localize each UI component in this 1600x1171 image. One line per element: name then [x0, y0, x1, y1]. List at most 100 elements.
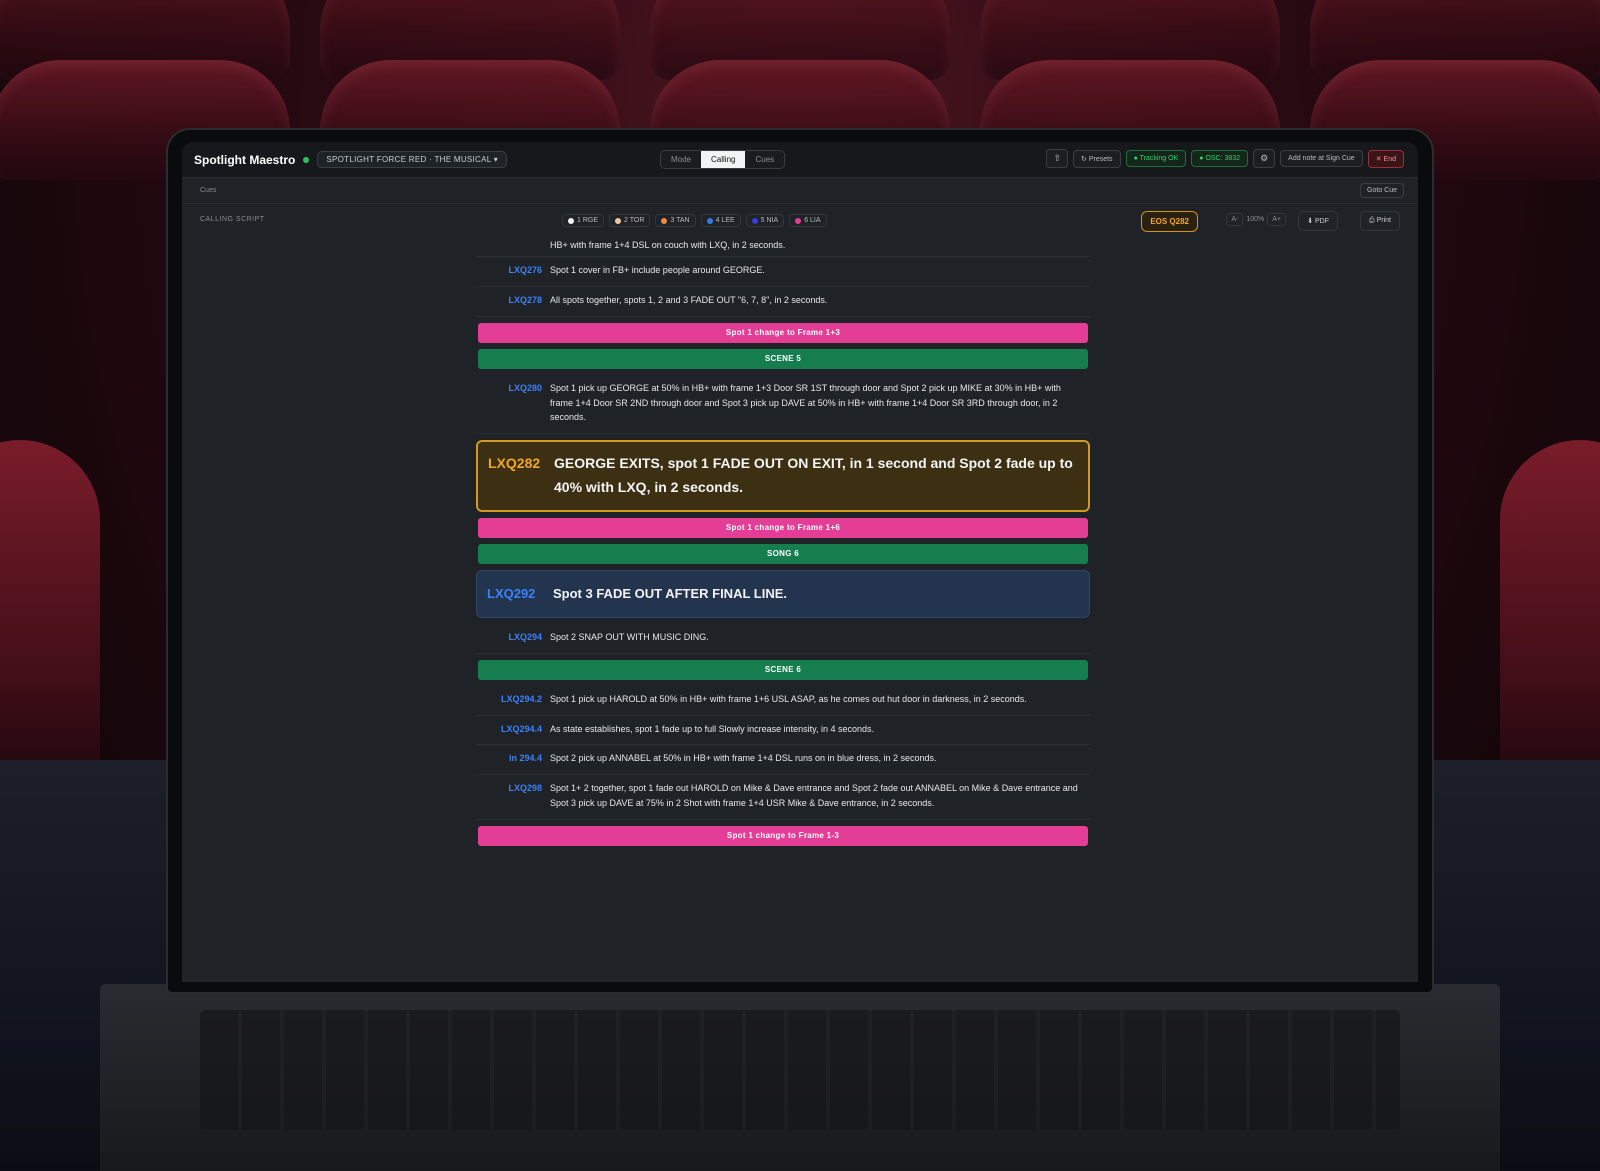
refresh-icon: ↻ — [1081, 155, 1089, 163]
add-note-button[interactable]: Add note at Sign Cue — [1280, 150, 1363, 167]
cue-row[interactable]: LXQ278 All spots together, spots 1, 2 an… — [476, 287, 1090, 317]
cue-id: LXQ298 — [508, 783, 542, 794]
goto-cue-button[interactable]: Goto Cue — [1360, 183, 1404, 198]
cue-text: Spot 1 cover in FB+ include people aroun… — [550, 265, 765, 275]
spot-label: 5 NIA — [760, 217, 779, 224]
pdf-button[interactable]: ⬇ PDF — [1298, 211, 1338, 231]
current-cue[interactable]: LXQ282 GEORGE EXITS, spot 1 FADE OUT ON … — [476, 440, 1090, 512]
zoom-in-button[interactable]: A+ — [1267, 213, 1286, 226]
spot-color-icon — [661, 217, 668, 224]
song-banner: SONG 6 — [478, 543, 1088, 564]
cue-text-partial: HB+ with frame 1+4 DSL on couch with LXQ… — [476, 240, 1090, 257]
zoom-out-button[interactable]: A- — [1226, 213, 1244, 226]
seat-right — [1500, 440, 1600, 800]
cue-id: LXQ292 — [487, 585, 536, 601]
cue-row[interactable]: LXQ276 Spot 1 cover in FB+ include peopl… — [476, 257, 1090, 287]
frame-change-banner: Spot 1 change to Frame 1-3 — [478, 825, 1088, 846]
sub-bar: Cues Goto Cue — [182, 178, 1418, 204]
app-window: Spotlight Maestro SPOTLIGHT FORCE RED · … — [182, 142, 1418, 982]
cue-row[interactable]: LXQ294 Spot 2 SNAP OUT WITH MUSIC DING. — [476, 624, 1090, 654]
end-button[interactable]: ✕ End — [1367, 149, 1404, 168]
printer-icon: ⎙ — [1369, 217, 1377, 224]
spot-label: 1 RGE — [577, 217, 599, 224]
spot-label: 2 TOR — [624, 217, 645, 224]
tab-mode[interactable]: Mode — [661, 151, 702, 168]
cue-row[interactable]: LXQ298 Spot 1+ 2 together, spot 1 fade o… — [476, 775, 1090, 820]
print-button[interactable]: ⎙ Print — [1360, 211, 1400, 231]
cue-row[interactable]: LXQ294.4 As state establishes, spot 1 fa… — [476, 716, 1090, 746]
cue-row[interactable]: LXQ294.2 Spot 1 pick up HAROLD at 50% in… — [476, 686, 1090, 716]
cue-text: Spot 1 pick up HAROLD at 50% in HB+ with… — [550, 693, 1027, 704]
cue-id: in 294.4 — [508, 753, 542, 764]
end-label: End — [1383, 155, 1396, 163]
scene-banner: SCENE 5 — [478, 348, 1088, 369]
close-icon: ✕ — [1375, 155, 1384, 163]
cue-row[interactable]: in 294.4 Spot 2 pick up ANNABEL at 50% i… — [476, 745, 1090, 776]
tab-cues[interactable]: Cues — [745, 151, 785, 168]
presets-label: Presets — [1088, 155, 1113, 163]
frame-change-banner: Spot 1 change to Frame 1+3 — [478, 322, 1088, 343]
next-cue[interactable]: LXQ292 Spot 3 FADE OUT AFTER FINAL LINE. — [476, 569, 1090, 618]
spot-chip-4[interactable]: 4 LEE — [700, 214, 741, 227]
spot-chip-6[interactable]: 6 LIA — [789, 214, 827, 227]
cue-text: Spot 1 pick up GEORGE at 50% in HB+ with… — [550, 382, 1061, 423]
top-right-tools: ⇧ ↻ Presets ● Tracking OK ● OSC: 3832 ⚙ … — [1046, 149, 1404, 168]
cue-row[interactable]: LXQ280 Spot 1 pick up GEORGE at 50% in H… — [476, 375, 1090, 435]
tab-calling[interactable]: Calling — [701, 151, 746, 168]
print-label: Print — [1376, 217, 1391, 224]
spot-chip-5[interactable]: 5 NIA — [745, 214, 785, 227]
cue-text: All spots together, spots 1, 2 and 3 FAD… — [550, 294, 828, 305]
calling-script: HB+ with frame 1+4 DSL on couch with LXQ… — [476, 240, 1090, 852]
zoom-level: 100% — [1246, 216, 1265, 223]
spot-color-icon — [751, 217, 758, 224]
app-title: Spotlight Maestro — [194, 152, 296, 167]
top-bar: Spotlight Maestro SPOTLIGHT FORCE RED · … — [182, 142, 1418, 178]
osc-label: OSC: 3832 — [1205, 155, 1241, 162]
mode-tabs: Mode Calling Cues — [660, 150, 786, 169]
cue-text: Spot 3 FADE OUT AFTER FINAL LINE. — [553, 585, 787, 601]
cue-id: LXQ294.4 — [500, 723, 542, 734]
spot-label: 3 TAN — [670, 217, 690, 224]
current-cue-badge: EOS Q282 — [1141, 211, 1198, 232]
zoom-controls: A- 100% A+ — [1226, 213, 1286, 226]
download-icon: ⬇ — [1307, 218, 1315, 225]
spot-chip-3[interactable]: 3 TAN — [655, 214, 696, 227]
cues-breadcrumb: Cues — [200, 187, 217, 194]
chevron-down-icon: ▾ — [493, 155, 499, 164]
cue-id: LXQ280 — [508, 382, 542, 393]
live-status-dot — [303, 156, 310, 163]
frame-change-banner: Spot 1 change to Frame 1+6 — [478, 517, 1088, 538]
cue-id: LXQ276 — [508, 265, 542, 275]
cue-text: GEORGE EXITS, spot 1 FADE OUT ON EXIT, i… — [554, 455, 1073, 496]
cue-id: LXQ278 — [508, 294, 542, 305]
tracking-label: Tracking OK — [1139, 155, 1179, 162]
cue-text: Spot 2 SNAP OUT WITH MUSIC DING. — [550, 631, 709, 642]
spot-color-icon — [795, 217, 802, 224]
osc-status[interactable]: ● OSC: 3832 — [1191, 150, 1249, 167]
pin-icon[interactable]: ⇧ — [1046, 149, 1069, 168]
spot-color-icon — [568, 217, 574, 224]
script-toolbar: CALLING SCRIPT 1 RGE 2 TOR 3 TAN 4 LEE 5… — [182, 208, 1418, 236]
seat-left — [0, 440, 100, 800]
cue-id: LXQ294 — [508, 631, 542, 642]
calling-script-label: CALLING SCRIPT — [200, 216, 265, 223]
spot-legend: 1 RGE 2 TOR 3 TAN 4 LEE 5 NIA 6 LIA — [562, 214, 827, 227]
spot-color-icon — [706, 217, 713, 224]
gear-icon[interactable]: ⚙ — [1253, 149, 1276, 168]
spot-label: 4 LEE — [715, 217, 735, 224]
cue-text: Spot 1+ 2 together, spot 1 fade out HARO… — [550, 783, 1078, 809]
cue-text: As state establishes, spot 1 fade up to … — [550, 723, 875, 734]
presets-button[interactable]: ↻ Presets — [1073, 149, 1121, 168]
spot-label: 6 LIA — [804, 217, 821, 224]
spot-chip-2[interactable]: 2 TOR — [609, 214, 651, 227]
show-select-label: SPOTLIGHT FORCE RED · THE MUSICAL — [326, 155, 492, 164]
cue-text: Spot 2 pick up ANNABEL at 50% in HB+ wit… — [550, 753, 937, 764]
spot-chip-1[interactable]: 1 RGE — [562, 214, 605, 227]
tracking-status[interactable]: ● Tracking OK — [1125, 150, 1187, 167]
show-select[interactable]: SPOTLIGHT FORCE RED · THE MUSICAL ▾ — [317, 151, 508, 168]
laptop-keyboard — [200, 1010, 1400, 1130]
cue-id: LXQ282 — [488, 455, 541, 472]
scene-banner: SCENE 6 — [478, 659, 1088, 680]
cue-id: LXQ294.2 — [500, 693, 542, 704]
spot-color-icon — [615, 217, 622, 224]
